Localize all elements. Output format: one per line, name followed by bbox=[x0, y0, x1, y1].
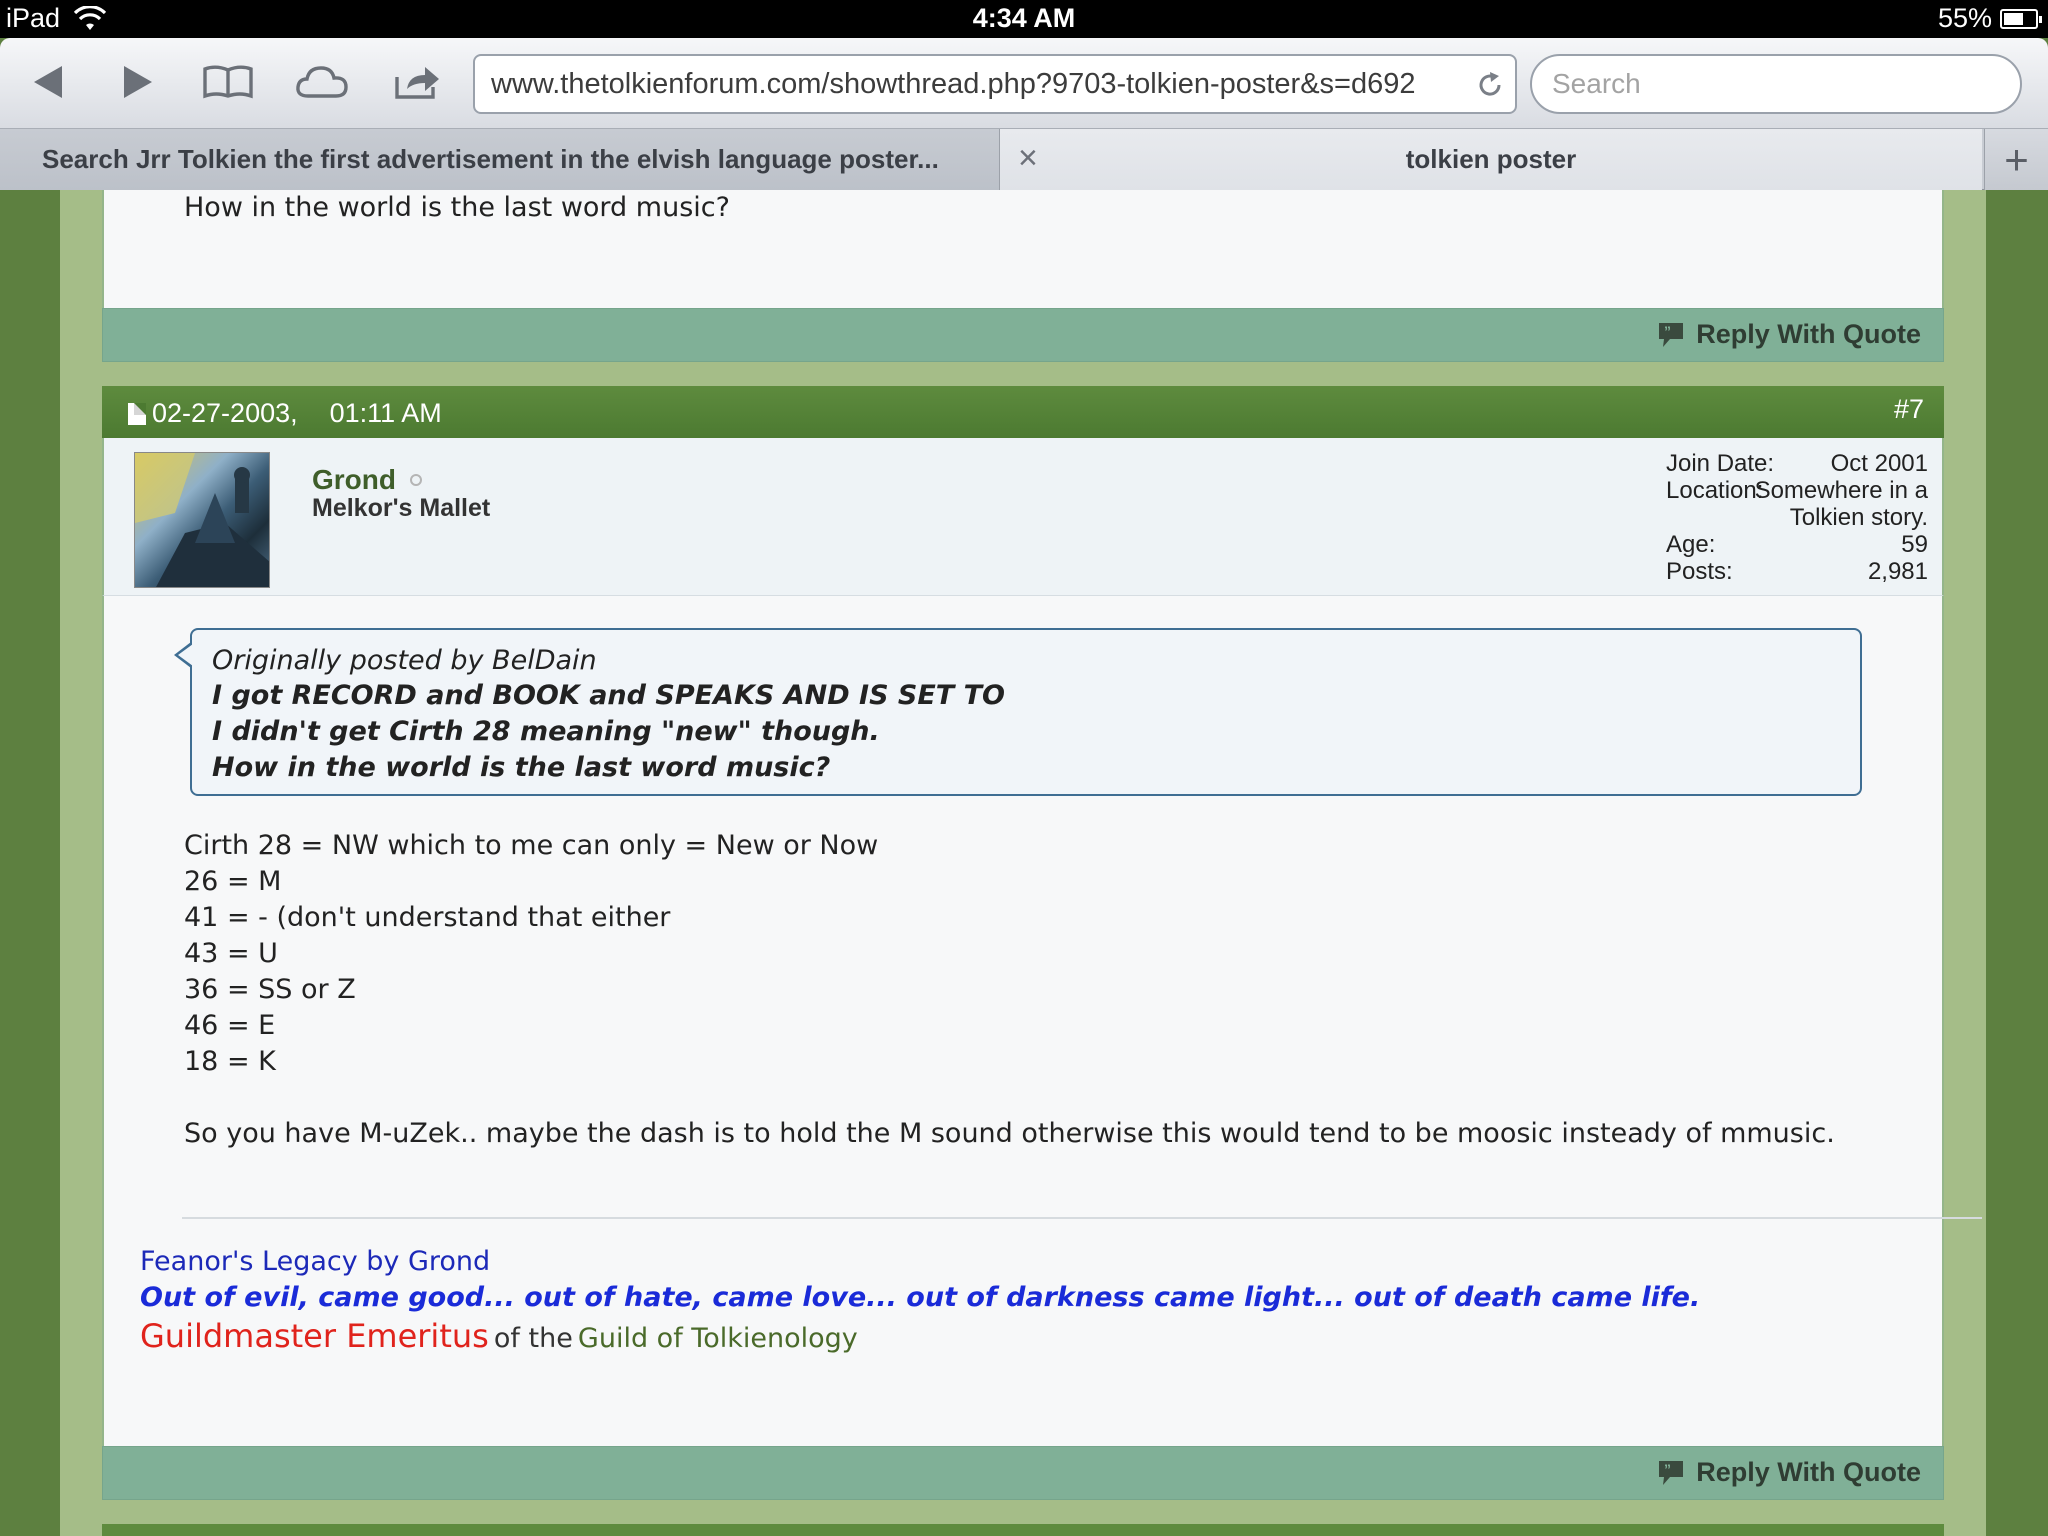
battery-icon bbox=[2000, 9, 2042, 29]
quote-line: I got RECORD and BOOK and SPEAKS AND IS … bbox=[212, 680, 1005, 711]
browser-toolbar: www.thetolkienforum.com/showthread.php?9… bbox=[0, 38, 2048, 128]
search-input[interactable] bbox=[1552, 68, 2002, 100]
quote-bubble-icon: ” bbox=[1659, 1460, 1684, 1485]
quote-block: Originally posted by BelDain I got RECOR… bbox=[174, 628, 1862, 796]
username-link[interactable]: Grond bbox=[312, 464, 422, 496]
forward-arrow-icon bbox=[124, 66, 152, 98]
guild-of: of the bbox=[493, 1323, 573, 1354]
guild-name-link[interactable]: Guild of Tolkienology bbox=[578, 1323, 858, 1354]
stat-join-date: Join Date: Oct 2001 bbox=[1666, 450, 1928, 477]
post-document-icon bbox=[128, 402, 146, 425]
svg-text:”: ” bbox=[1664, 1461, 1671, 1477]
post-signature: Feanor's Legacy by Grond Out of evil, ca… bbox=[140, 1244, 1700, 1362]
stat-label: Age: bbox=[1666, 531, 1716, 558]
stat-label: Posts: bbox=[1666, 558, 1733, 585]
battery-level bbox=[2004, 13, 2023, 25]
post-message: Cirth 28 = NW which to me can only = New… bbox=[184, 828, 1835, 1152]
user-title: Melkor's Mallet bbox=[312, 494, 491, 522]
post-header: 02-27-2003, 01:11 AM #7 bbox=[102, 386, 1944, 438]
previous-post-footer: ” Reply With Quote bbox=[102, 308, 1944, 362]
tab-label: tolkien poster bbox=[1405, 144, 1577, 174]
reply-with-quote-label: Reply With Quote bbox=[1696, 319, 1921, 349]
stat-location: Location: Somewhere in a Tolkien story. bbox=[1666, 477, 1928, 531]
icloud-tabs-button[interactable] bbox=[294, 58, 350, 106]
address-bar[interactable]: www.thetolkienforum.com/showthread.php?9… bbox=[473, 54, 1517, 114]
tab-tolkien-poster[interactable]: × tolkien poster bbox=[1000, 129, 1982, 190]
message-line: 46 = E bbox=[184, 1010, 276, 1041]
signature-link[interactable]: Feanor's Legacy by Grond bbox=[140, 1244, 1700, 1280]
stat-age: Age: 59 bbox=[1666, 531, 1928, 558]
next-post-header bbox=[102, 1524, 1944, 1536]
post-footer: ” Reply With Quote bbox=[102, 1446, 1944, 1500]
close-tab-icon[interactable]: × bbox=[1018, 139, 1038, 178]
message-line: 18 = K bbox=[184, 1046, 276, 1077]
previous-post-text: How in the world is the last word music? bbox=[184, 192, 730, 223]
stat-posts: Posts: 2,981 bbox=[1666, 558, 1928, 585]
message-line: Cirth 28 = NW which to me can only = New… bbox=[184, 830, 879, 861]
username-text: Grond bbox=[312, 464, 396, 495]
message-line: 36 = SS or Z bbox=[184, 974, 356, 1005]
stat-label: Join Date: bbox=[1666, 450, 1775, 477]
avatar[interactable] bbox=[134, 452, 270, 588]
clock: 4:34 AM bbox=[972, 3, 1076, 33]
cloud-icon bbox=[296, 66, 348, 98]
tab-bar: Search Jrr Tolkien the first advertiseme… bbox=[0, 128, 2048, 190]
stat-value: Oct 2001 bbox=[1830, 450, 1928, 477]
stat-value: 2,981 bbox=[1867, 558, 1928, 585]
message-line: 41 = - (don't understand that either bbox=[184, 902, 671, 933]
forward-button[interactable] bbox=[110, 58, 166, 106]
previous-post-body: How in the world is the last word music? bbox=[102, 190, 1944, 308]
offline-status-icon bbox=[410, 474, 422, 486]
signature-guild: Guildmaster Emeritus of the Guild of Tol… bbox=[140, 1316, 1700, 1362]
reply-with-quote-button[interactable]: ” Reply With Quote bbox=[1656, 319, 1921, 350]
post-user-info: Grond Melkor's Mallet Join Date: Oct 200… bbox=[102, 438, 1944, 596]
guild-title: Guildmaster Emeritus bbox=[140, 1317, 489, 1355]
signature-motto: Out of evil, came good... out of hate, c… bbox=[140, 1282, 1701, 1313]
book-icon bbox=[203, 65, 253, 99]
battery-percent: 55% bbox=[1937, 3, 1992, 33]
search-field[interactable] bbox=[1530, 54, 2022, 114]
quote-line: I didn't get Cirth 28 meaning "new" thou… bbox=[212, 716, 880, 747]
message-line: So you have M-uZek.. maybe the dash is t… bbox=[184, 1118, 1835, 1149]
back-button[interactable] bbox=[20, 58, 76, 106]
web-page[interactable]: How in the world is the last word music?… bbox=[0, 190, 2048, 1536]
post-date: 02-27-2003, 01:11 AM bbox=[128, 398, 442, 429]
stat-value: Somewhere in a Tolkien story. bbox=[1754, 477, 1928, 531]
stat-value: 59 bbox=[1901, 531, 1928, 558]
reply-with-quote-label: Reply With Quote bbox=[1696, 1457, 1921, 1487]
avatar-image bbox=[135, 453, 269, 587]
quote-attribution: Originally posted by BelDain bbox=[212, 645, 597, 676]
share-icon bbox=[395, 67, 439, 99]
svg-text:”: ” bbox=[1664, 323, 1671, 339]
tab-search-results[interactable]: Search Jrr Tolkien the first advertiseme… bbox=[0, 129, 1000, 190]
signature-divider bbox=[182, 1217, 1982, 1219]
user-stats: Join Date: Oct 2001 Location: Somewhere … bbox=[1666, 450, 1928, 585]
message-line: 43 = U bbox=[184, 938, 278, 969]
quote-bubble-icon: ” bbox=[1659, 322, 1684, 347]
share-button[interactable] bbox=[390, 58, 446, 106]
bookmarks-button[interactable] bbox=[200, 58, 256, 106]
url-text[interactable]: www.thetolkienforum.com/showthread.php?9… bbox=[491, 68, 1471, 101]
quote-line: How in the world is the last word music? bbox=[212, 752, 831, 783]
status-bar: iPad 4:34 AM 55% bbox=[0, 0, 2048, 38]
tab-label: Search Jrr Tolkien the first advertiseme… bbox=[42, 144, 939, 174]
reply-with-quote-button[interactable]: ” Reply With Quote bbox=[1656, 1457, 1921, 1488]
reload-icon[interactable] bbox=[1475, 70, 1505, 100]
back-arrow-icon bbox=[34, 66, 62, 98]
forum-content-column: How in the world is the last word music?… bbox=[60, 190, 1986, 1536]
post-date-text: 02-27-2003, bbox=[152, 398, 298, 428]
post-number-link[interactable]: #7 bbox=[1894, 394, 1924, 425]
new-tab-button[interactable]: + bbox=[1984, 129, 2048, 190]
message-line: 26 = M bbox=[184, 866, 282, 897]
post-time-text: 01:11 AM bbox=[329, 398, 442, 428]
